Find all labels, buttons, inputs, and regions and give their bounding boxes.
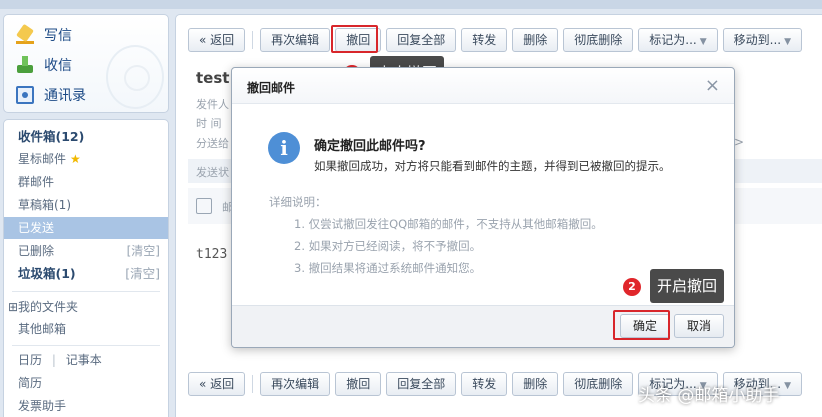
dialog-header: 撤回邮件 × [232,68,734,104]
dialog-question: 确定撤回此邮件吗? [314,139,426,154]
sidebar-item-other-mailbox[interactable]: 其他邮箱 [4,318,168,340]
sidebar-folders: 收件箱(12) 星标邮件 ★ 群邮件 草稿箱(1) 已发送 已删除 [清空] 垃圾箱… [3,119,169,417]
sidebar-item-starred[interactable]: 星标邮件 ★ [4,148,168,170]
dialog-title: 撤回邮件 [247,81,296,95]
back-button[interactable]: « 返回 [188,28,246,52]
deleted-label: 已删除 [18,244,55,258]
top-band [0,0,822,9]
divider [12,345,160,346]
calendar-notes-separator: | [51,353,56,367]
sidebar-item-drafts[interactable]: 草稿箱(1) [4,194,168,216]
starred-label: 星标邮件 [18,152,67,166]
group-label: 群邮件 [18,175,55,189]
forward-button[interactable]: 转发 [461,28,508,52]
chevron-down-icon: ▼ [784,381,792,391]
chevron-down-icon: ▼ [699,37,707,47]
recall-button[interactable]: 撤回 [335,372,382,396]
sidebar-item-my-folders[interactable]: ⊞我的文件夹 [4,296,168,318]
sidebar-item-invoice[interactable]: 发票助手 [4,395,168,417]
time-label: 时 间 [196,117,222,130]
invoice-label: 发票助手 [18,399,67,413]
contacts-label: 通讯录 [44,88,86,104]
info-icon: i [268,132,300,164]
address-book-icon [16,86,34,104]
toolbar-divider [252,375,254,393]
pencil-icon [16,26,34,44]
receive-link[interactable]: 收信 [16,55,72,75]
receive-label: 收信 [44,58,72,74]
sidebar-item-deleted[interactable]: 已删除 [清空] [4,240,168,262]
top-toolbar: « 返回 再次编辑 撤回 回复全部 转发 删除 彻底删除 标记为... ▼ 移动到… [188,28,803,52]
calendar-link[interactable]: 日历 [18,353,42,367]
notes-link[interactable]: 记事本 [66,353,102,367]
clear-spam-link[interactable]: [清空] [125,263,160,285]
move-to-label: 移动到... [733,33,782,47]
sidebar-item-calendar-notes: 日历 | 记事本 [4,349,168,371]
forward-button[interactable]: 转发 [461,372,508,396]
close-icon[interactable]: × [705,75,720,96]
recall-button[interactable]: 撤回 [335,28,382,52]
inbox-label: 收件箱(12) [18,129,85,144]
star-icon: ★ [70,152,81,166]
re-edit-button[interactable]: 再次编辑 [260,372,331,396]
detail-heading: 详细说明： [269,195,327,209]
dialog-description: 如果撤回成功，对方将只能看到邮件的主题，并得到已被撤回的提示。 [314,159,671,173]
recall-mail-dialog: 撤回邮件 × i 确定撤回此邮件吗? 如果撤回成功，对方将只能看到邮件的主题，并… [231,67,735,348]
reply-all-button[interactable]: 回复全部 [386,28,457,52]
sidebar-item-sent[interactable]: 已发送 [4,217,168,239]
divider [12,291,160,292]
sidebar-quick-actions: 写信 收信 通讯录 [3,14,169,113]
spam-label: 垃圾箱(1) [18,266,76,281]
confirm-button[interactable]: 确定 [620,314,671,338]
chevron-right-icon[interactable]: > [734,135,744,149]
resume-label: 简历 [18,376,43,390]
watermark-text: 头条 @邮箱小助手 [638,386,780,406]
send-status-label: 发送状 [196,166,229,179]
back-button[interactable]: « 返回 [188,372,246,396]
detail-item: 3. 撤回结果将通过系统邮件通知您。 [294,261,482,275]
delete-permanently-button[interactable]: 彻底删除 [563,28,634,52]
step-2-callout: 开启撤回 [650,269,725,303]
sidebar-item-spam[interactable]: 垃圾箱(1) [清空] [4,263,168,285]
mark-as-label: 标记为... [649,33,697,47]
my-folders-label: ⊞我的文件夹 [8,300,79,314]
contacts-link[interactable]: 通讯录 [16,85,86,105]
reply-all-button[interactable]: 回复全部 [386,372,457,396]
delete-button[interactable]: 删除 [512,28,559,52]
sidebar-item-group[interactable]: 群邮件 [4,171,168,193]
re-edit-button[interactable]: 再次编辑 [260,28,331,52]
compose-link[interactable]: 写信 [16,25,72,45]
sent-label: 已发送 [18,221,55,235]
dialog-footer: 确定 取消 [232,305,734,347]
toolbar-divider [252,31,254,49]
attachment-icon [196,198,212,214]
inbox-download-icon [16,56,34,74]
mail-body: t123 [196,247,228,262]
sender-label: 发件人 [196,98,229,111]
compose-label: 写信 [44,28,72,44]
other-mailbox-label: 其他邮箱 [18,322,67,336]
cancel-button[interactable]: 取消 [674,314,725,338]
clear-deleted-link[interactable]: [清空] [127,240,160,262]
step-2-badge: 2 [623,278,641,296]
drafts-label: 草稿箱(1) [18,198,71,212]
move-to-dropdown[interactable]: 移动到... ▼ [722,28,803,52]
sidebar-item-inbox[interactable]: 收件箱(12) [4,126,168,148]
recipients-label: 分送给 [196,137,229,150]
delete-button[interactable]: 删除 [512,372,559,396]
detail-item: 1. 仅尝试撤回发往QQ邮箱的邮件，不支持从其他邮箱撤回。 [294,217,603,231]
detail-item: 2. 如果对方已经阅读，将不予撤回。 [294,239,482,253]
mark-as-dropdown[interactable]: 标记为... ▼ [638,28,718,52]
qq-penguin-watermark-icon [106,45,164,109]
mail-subject: test [196,69,230,87]
delete-permanently-button[interactable]: 彻底删除 [563,372,634,396]
sidebar-item-resume[interactable]: 简历 [4,372,168,394]
chevron-down-icon: ▼ [784,37,792,47]
